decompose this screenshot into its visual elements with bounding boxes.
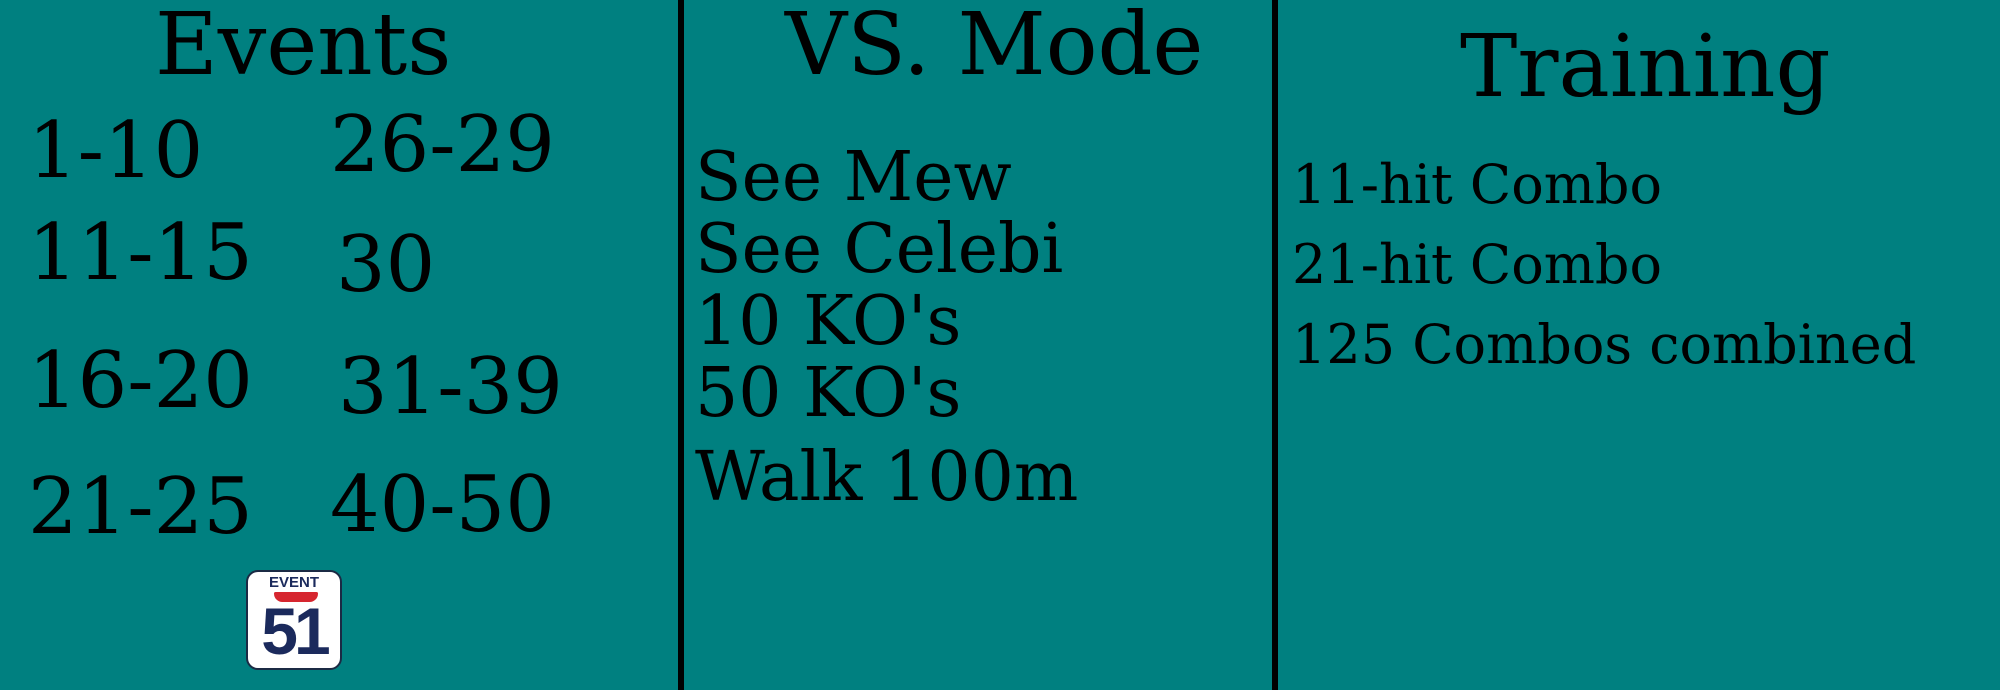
- event-range-26-29[interactable]: 26-29: [330, 106, 555, 184]
- logo-word: EVENT: [268, 574, 319, 591]
- vs-item-see-mew[interactable]: See Mew: [695, 144, 1012, 212]
- event-range-11-15[interactable]: 11-15: [28, 214, 253, 292]
- training-item-11-hit-combo[interactable]: 11-hit Combo: [1292, 158, 1662, 212]
- training-title: Training: [1460, 17, 1831, 117]
- logo-number: 51: [261, 594, 330, 668]
- event-range-21-25[interactable]: 21-25: [28, 468, 253, 546]
- training-item-21-hit-combo[interactable]: 21-hit Combo: [1292, 238, 1662, 292]
- vs-item-walk-100m[interactable]: Walk 100m: [695, 444, 1078, 512]
- vs-item-see-celebi[interactable]: See Celebi: [695, 216, 1063, 284]
- event-51-logo: EVENT 51: [246, 570, 342, 670]
- vs-item-50-kos[interactable]: 50 KO's: [695, 360, 961, 428]
- vs-mode-title: VS. Mode: [785, 0, 1204, 95]
- menu-board: Events 1-10 26-29 11-15 30 16-20 31-39 2…: [0, 0, 2000, 690]
- event-range-30[interactable]: 30: [336, 226, 435, 304]
- event-range-40-50[interactable]: 40-50: [330, 466, 555, 544]
- vs-item-10-kos[interactable]: 10 KO's: [695, 288, 961, 356]
- events-title: Events: [155, 0, 452, 95]
- column-divider-left: [678, 0, 684, 690]
- training-item-125-combos-combined[interactable]: 125 Combos combined: [1292, 318, 1916, 372]
- column-divider-right: [1272, 0, 1278, 690]
- event-range-16-20[interactable]: 16-20: [28, 342, 253, 420]
- event-range-31-39[interactable]: 31-39: [338, 348, 563, 426]
- event-range-1-10[interactable]: 1-10: [28, 112, 203, 190]
